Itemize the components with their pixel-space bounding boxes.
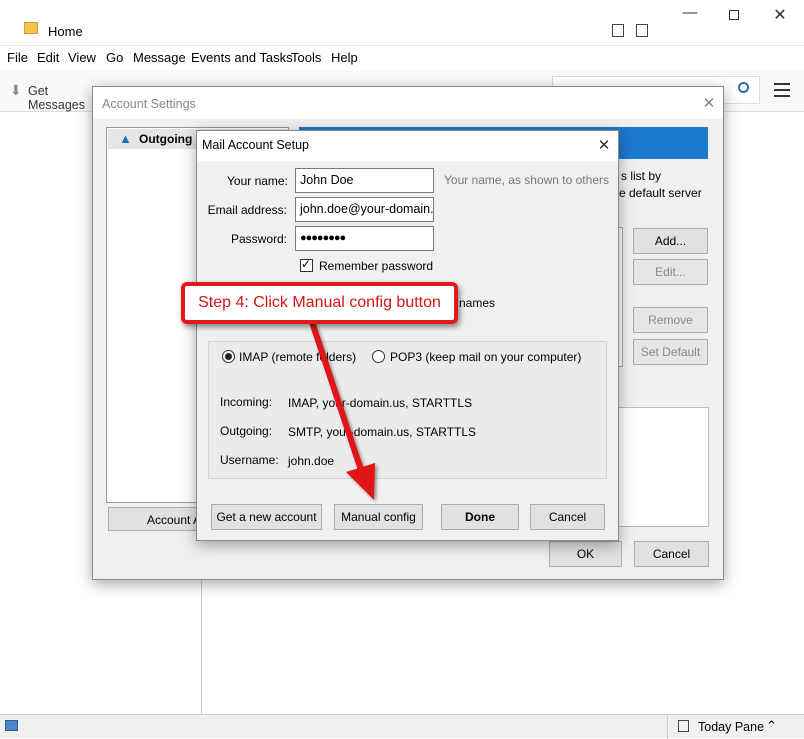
annotation-arrow [309,319,375,500]
step-callout: Step 4: Click Manual config button [181,282,458,324]
step-callout-text: Step 4: Click Manual config button [198,294,441,311]
